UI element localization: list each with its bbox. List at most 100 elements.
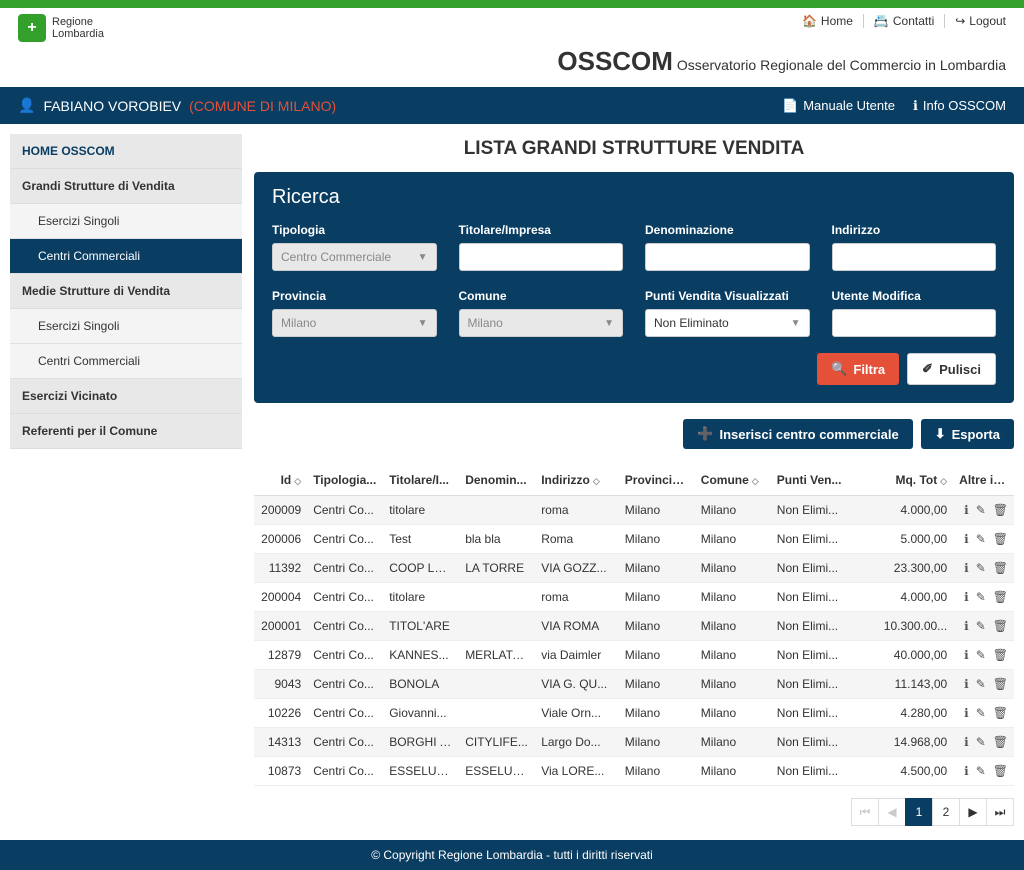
info-row-icon[interactable]: ℹ [964, 532, 969, 546]
info-row-icon[interactable]: ℹ [964, 648, 969, 662]
logout-link[interactable]: ↪Logout [955, 14, 1006, 28]
delete-row-icon[interactable]: 🗑 [993, 735, 1008, 749]
cell-titolare: KANNES... [383, 641, 459, 670]
th-comune[interactable]: Comune◇ [695, 465, 771, 496]
th-indirizzo[interactable]: Indirizzo◇ [535, 465, 619, 496]
cell-punti: Non Elimi... [771, 554, 855, 583]
cell-titolare: BORGHI A... [383, 728, 459, 757]
cell-punti: Non Elimi... [771, 670, 855, 699]
info-row-icon[interactable]: ℹ [964, 590, 969, 604]
delete-row-icon[interactable]: 🗑 [993, 532, 1008, 546]
info-row-icon[interactable]: ℹ [964, 503, 969, 517]
export-button[interactable]: ⬇Esporta [921, 419, 1014, 449]
edit-row-icon[interactable]: ✎ [976, 706, 986, 720]
select-tipologia[interactable]: Centro Commerciale▼ [272, 243, 437, 271]
delete-row-icon[interactable]: 🗑 [993, 677, 1008, 691]
cell-denom: LA TORRE [459, 554, 535, 583]
th-id[interactable]: Id◇ [254, 465, 307, 496]
cell-provincia: Milano [619, 496, 695, 525]
edit-row-icon[interactable]: ✎ [976, 590, 986, 604]
th-mq[interactable]: Mq. Tot◇ [854, 465, 953, 496]
cell-indirizzo: roma [535, 496, 619, 525]
delete-row-icon[interactable]: 🗑 [993, 619, 1008, 633]
th-punti[interactable]: Punti Ven... [771, 465, 855, 496]
cell-mq: 4.280,00 [854, 699, 953, 728]
page-last[interactable]: ⏭ [986, 798, 1014, 826]
page-2[interactable]: 2 [932, 798, 960, 826]
page-1[interactable]: 1 [905, 798, 933, 826]
search-grid: Tipologia Centro Commerciale▼ Titolare/I… [272, 223, 996, 337]
cell-comune: Milano [695, 728, 771, 757]
info-row-icon[interactable]: ℹ [964, 735, 969, 749]
sidebar-vicinato[interactable]: Esercizi Vicinato [10, 379, 242, 414]
sidebar-medie[interactable]: Medie Strutture di Vendita [10, 274, 242, 309]
insert-button[interactable]: ➕Inserisci centro commerciale [683, 419, 912, 449]
info-link[interactable]: ℹInfo OSSCOM [913, 98, 1006, 114]
edit-row-icon[interactable]: ✎ [976, 677, 986, 691]
cell-tipologia: Centri Co... [307, 525, 383, 554]
sidebar-referenti[interactable]: Referenti per il Comune [10, 414, 242, 449]
home-link[interactable]: 🏠Home [802, 14, 853, 28]
user-bar-left: 👤 FABIANO VOROBIEV (COMUNE DI MILANO) [18, 97, 336, 114]
th-provincia[interactable]: Provincia... [619, 465, 695, 496]
cell-punti: Non Elimi... [771, 612, 855, 641]
select-punti[interactable]: Non Eliminato▼ [645, 309, 810, 337]
sidebar-esercizi-singoli-2[interactable]: Esercizi Singoli [10, 309, 242, 344]
delete-row-icon[interactable]: 🗑 [993, 706, 1008, 720]
cell-denom [459, 670, 535, 699]
info-row-icon[interactable]: ℹ [964, 677, 969, 691]
edit-row-icon[interactable]: ✎ [976, 532, 986, 546]
delete-row-icon[interactable]: 🗑 [993, 648, 1008, 662]
sidebar-centri-commerciali-2[interactable]: Centri Commerciali [10, 344, 242, 379]
delete-row-icon[interactable]: 🗑 [993, 561, 1008, 575]
th-tipologia[interactable]: Tipologia... [307, 465, 383, 496]
page-prev[interactable]: ◀ [878, 798, 906, 826]
footer: © Copyright Regione Lombardia - tutti i … [0, 840, 1024, 870]
cell-indirizzo: via Daimler [535, 641, 619, 670]
edit-row-icon[interactable]: ✎ [976, 648, 986, 662]
app-abbr: OSSCOM [557, 46, 673, 76]
cell-denom [459, 699, 535, 728]
table-wrap: Id◇ Tipologia... Titolare/I... Denomin..… [254, 465, 1014, 786]
edit-row-icon[interactable]: ✎ [976, 561, 986, 575]
sidebar-esercizi-singoli-1[interactable]: Esercizi Singoli [10, 204, 242, 239]
select-tipologia-value: Centro Commerciale [281, 250, 391, 264]
cell-denom: bla bla [459, 525, 535, 554]
page-first[interactable]: ⏮ [851, 798, 879, 826]
th-denom[interactable]: Denomin... [459, 465, 535, 496]
sidebar-home[interactable]: HOME OSSCOM [10, 134, 242, 169]
delete-row-icon[interactable]: 🗑 [993, 590, 1008, 604]
edit-row-icon[interactable]: ✎ [976, 619, 986, 633]
logo-line2: Lombardia [52, 28, 104, 40]
delete-row-icon[interactable]: 🗑 [993, 503, 1008, 517]
divider [944, 14, 945, 28]
select-comune[interactable]: Milano▼ [459, 309, 624, 337]
edit-row-icon[interactable]: ✎ [976, 503, 986, 517]
info-row-icon[interactable]: ℹ [964, 706, 969, 720]
sidebar-grandi[interactable]: Grandi Strutture di Vendita [10, 169, 242, 204]
select-provincia[interactable]: Milano▼ [272, 309, 437, 337]
input-titolare[interactable] [459, 243, 624, 271]
sidebar-centri-commerciali-1[interactable]: Centri Commerciali [10, 239, 242, 274]
input-denom[interactable] [645, 243, 810, 271]
logo[interactable]: + Regione Lombardia [18, 14, 104, 42]
label-denom: Denominazione [645, 223, 810, 237]
th-titolare[interactable]: Titolare/I... [383, 465, 459, 496]
manual-link[interactable]: 📄Manuale Utente [782, 98, 895, 114]
contatti-link[interactable]: 📇Contatti [874, 14, 934, 28]
contatti-link-label: Contatti [893, 14, 934, 28]
info-row-icon[interactable]: ℹ [964, 764, 969, 778]
edit-row-icon[interactable]: ✎ [976, 764, 986, 778]
table-row: 200004Centri Co...titolareromaMilanoMila… [254, 583, 1014, 612]
delete-row-icon[interactable]: 🗑 [993, 764, 1008, 778]
cell-id: 9043 [254, 670, 307, 699]
filtra-button[interactable]: 🔍Filtra [817, 353, 899, 385]
edit-row-icon[interactable]: ✎ [976, 735, 986, 749]
info-row-icon[interactable]: ℹ [964, 561, 969, 575]
pulisci-button[interactable]: ✐Pulisci [907, 353, 996, 385]
input-indirizzo[interactable] [832, 243, 997, 271]
input-utente[interactable] [832, 309, 997, 337]
page-next[interactable]: ▶ [959, 798, 987, 826]
info-row-icon[interactable]: ℹ [964, 619, 969, 633]
cell-provincia: Milano [619, 612, 695, 641]
